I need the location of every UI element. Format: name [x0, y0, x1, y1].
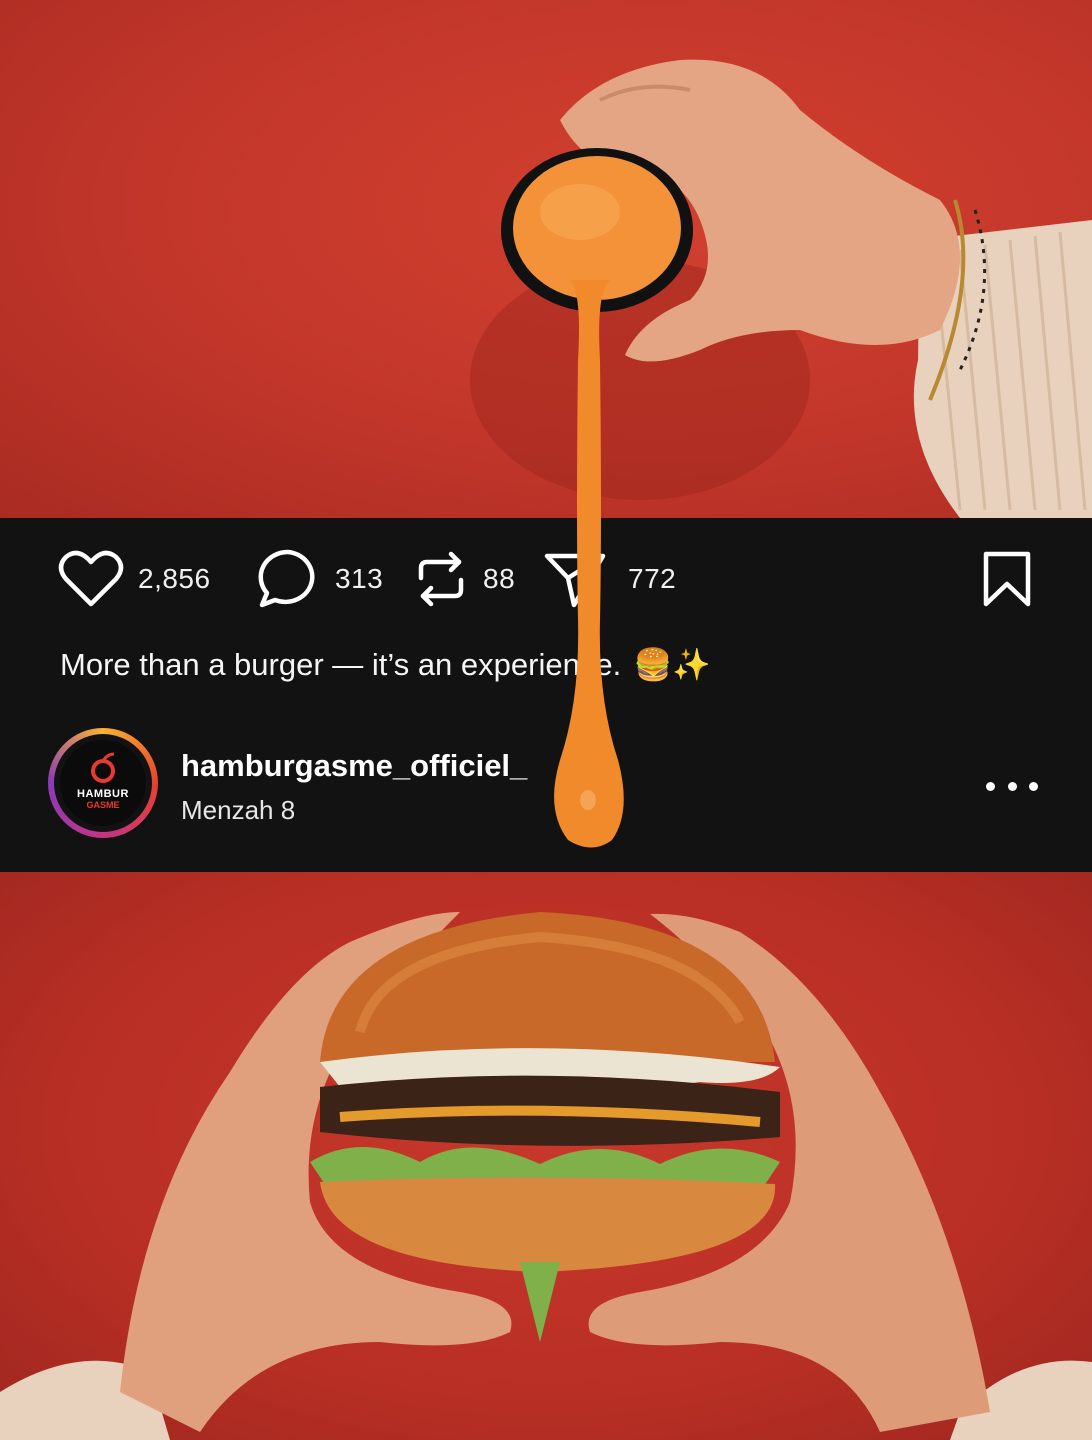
like-count: 2,856	[138, 563, 211, 594]
comment-bubble-icon[interactable]	[257, 548, 319, 610]
more-dots-icon[interactable]	[986, 766, 1038, 806]
brand-logo: HAMBUR GASME	[60, 740, 146, 826]
repost-action[interactable]: 88	[413, 548, 515, 610]
avatar-inner: HAMBUR GASME	[54, 734, 152, 832]
comment-action[interactable]: 313	[257, 548, 383, 610]
burger-illustration	[0, 912, 1092, 1440]
burger-logo-icon	[91, 752, 115, 783]
post-screen: 2,856 313 88 772 More than a burger — it…	[0, 0, 1092, 1440]
repost-count: 88	[483, 563, 516, 594]
heart-icon[interactable]	[58, 549, 124, 609]
like-action[interactable]: 2,856	[58, 548, 211, 610]
caption-emoji: 🍔✨	[633, 647, 712, 682]
dot	[986, 781, 995, 791]
post-caption: More than a burger — it’s an experience.…	[60, 646, 711, 683]
logo-text-line1: HAMBUR	[77, 788, 129, 800]
share-action[interactable]: 772	[544, 548, 676, 610]
bookmark-icon[interactable]	[982, 550, 1032, 608]
avatar[interactable]: HAMBUR GASME	[48, 728, 158, 838]
save-action[interactable]	[982, 548, 1032, 610]
post-image-top[interactable]	[0, 0, 1092, 518]
share-paper-plane-icon[interactable]	[544, 550, 606, 608]
repost-icon[interactable]	[413, 550, 469, 608]
sauce-pour-illustration	[470, 59, 1092, 518]
post-image-bottom[interactable]	[0, 872, 1092, 1440]
share-count: 772	[628, 563, 677, 594]
logo-text-line2: GASME	[86, 800, 120, 810]
dot	[1007, 781, 1017, 791]
dot	[1029, 781, 1038, 791]
comment-count: 313	[335, 563, 384, 594]
post-username[interactable]: hamburgasme_officiel_	[181, 748, 527, 784]
caption-text: More than a burger — it’s an experience.	[60, 647, 622, 682]
post-location[interactable]: Menzah 8	[181, 795, 295, 826]
